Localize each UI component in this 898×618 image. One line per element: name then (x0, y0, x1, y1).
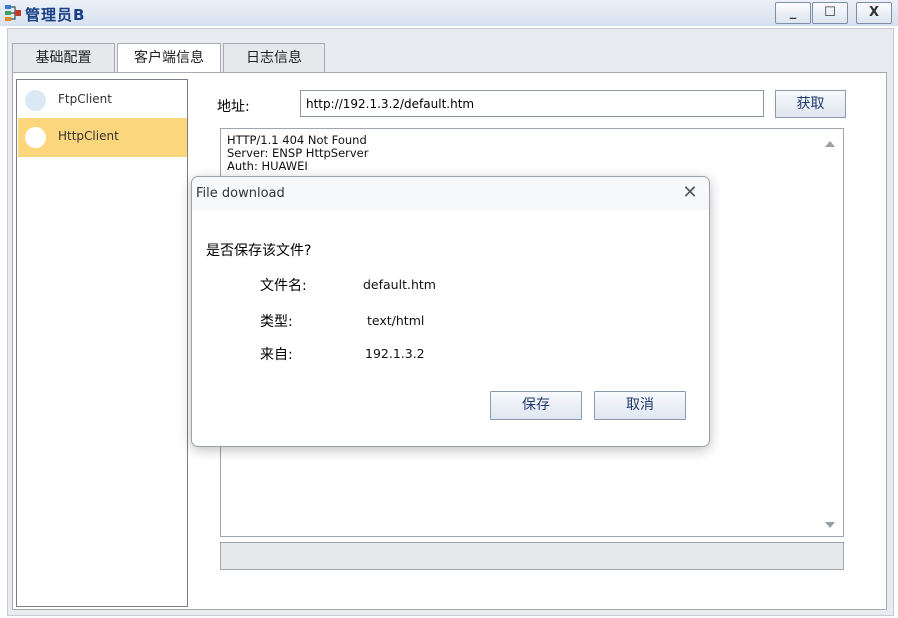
minimize-button[interactable]: _ (775, 2, 811, 24)
status-bar (220, 542, 844, 570)
type-label: 类型: (260, 314, 293, 330)
filename-label: 文件名: (260, 278, 307, 294)
tab-log-info[interactable]: 日志信息 (223, 43, 325, 72)
network-tree-icon (5, 5, 21, 21)
address-label: 地址: (217, 99, 250, 115)
tab-basic-config[interactable]: 基础配置 (12, 43, 115, 72)
maximize-button[interactable]: ☐ (812, 2, 848, 24)
sidebar-item-label: HttpClient (58, 129, 119, 143)
tab-client-info[interactable]: 客户端信息 (117, 43, 221, 72)
save-question: 是否保存该文件? (206, 243, 312, 259)
file-download-dialog: File download ✕ 是否保存该文件? 文件名: default.ht… (191, 176, 710, 447)
client-type-list: FtpClient HttpClient (16, 79, 188, 607)
fetch-button[interactable]: 获取 (775, 90, 846, 118)
sidebar-item-label: FtpClient (58, 92, 112, 106)
scroll-up-arrow-icon[interactable] (825, 141, 835, 147)
cancel-button[interactable]: 取消 (594, 391, 686, 420)
source-value: 192.1.3.2 (365, 346, 425, 361)
source-label: 来自: (260, 347, 293, 363)
sidebar-item-ftpclient[interactable]: FtpClient (18, 81, 187, 120)
address-input[interactable] (300, 90, 764, 117)
sidebar-item-httpclient[interactable]: HttpClient (18, 118, 187, 157)
type-value: text/html (367, 313, 425, 328)
client-circle-icon (25, 127, 46, 148)
response-content: HTTP/1.1 404 Not Found Server: ENSP Http… (227, 133, 369, 173)
scroll-down-arrow-icon[interactable] (825, 522, 835, 528)
client-circle-icon (25, 90, 46, 111)
window-title: 管理员B (25, 6, 86, 24)
title-bar: 管理员B _ ☐ X (0, 0, 898, 26)
close-window-button[interactable]: X (856, 2, 892, 24)
dialog-title: File download (196, 186, 285, 201)
dialog-header: File download ✕ (192, 177, 709, 210)
filename-value: default.htm (363, 277, 436, 292)
dialog-close-icon[interactable]: ✕ (678, 181, 702, 205)
save-button[interactable]: 保存 (490, 391, 582, 420)
